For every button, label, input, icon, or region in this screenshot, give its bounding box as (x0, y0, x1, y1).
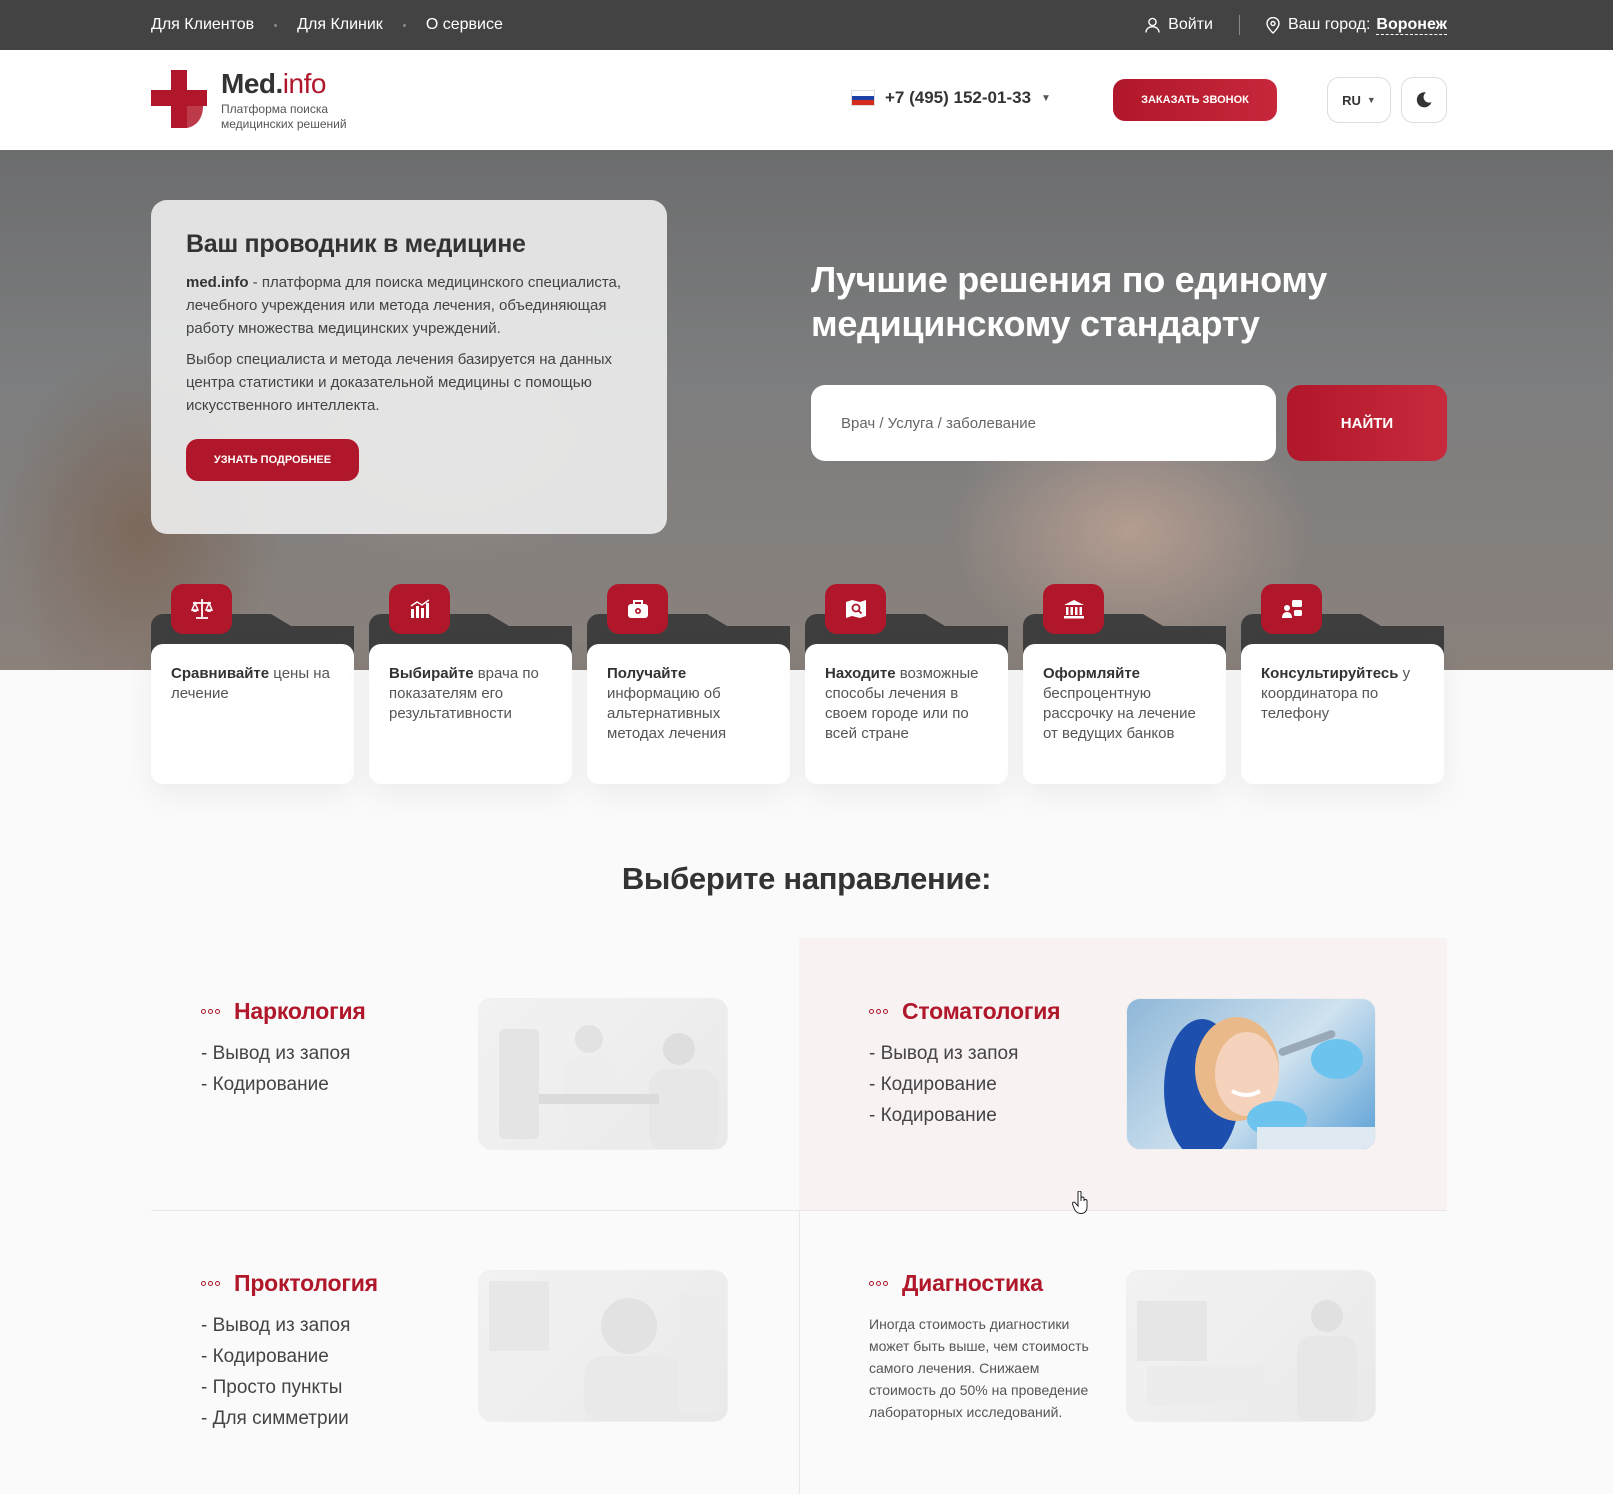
nav-link-clients[interactable]: Для Клиентов (151, 16, 254, 34)
logo-name: Med.info (221, 68, 326, 99)
logo-tagline: Платформа поиска медицинских решений (221, 102, 347, 131)
feature-card[interactable]: Консультируйтесь у координатора по телеф… (1241, 584, 1444, 784)
feature-card[interactable]: Оформляйте беспроцентную рассрочку на ле… (1023, 584, 1226, 784)
search-button[interactable]: НАЙТИ (1287, 385, 1447, 461)
hero-info-card: Ваш проводник в медицине med.info - плат… (151, 200, 667, 534)
order-call-button[interactable]: ЗАКАЗАТЬ ЗВОНОК (1113, 79, 1277, 121)
direction-title: Стоматология (902, 998, 1061, 1024)
feature-card[interactable]: Выбирайте врача по показателям его резул… (369, 584, 572, 784)
map-search-icon (825, 584, 886, 634)
direction-card-diagnostics[interactable]: Диагностика Иногда стоимость диагностики… (799, 1210, 1447, 1494)
direction-image (1126, 1270, 1376, 1422)
divider (1238, 15, 1240, 35)
language-selector[interactable]: RU ▼ (1327, 77, 1391, 123)
chevron-down-icon: ▼ (1366, 95, 1376, 105)
top-nav: Для Клиентов Для Клиник О сервисе (151, 0, 503, 50)
list-item[interactable]: - Просто пункты (201, 1372, 350, 1403)
hero-title: Лучшие решения по единому медицинскому с… (811, 259, 1327, 344)
header: Med.info Платформа поиска медицинских ре… (0, 50, 1613, 150)
bank-icon (1043, 584, 1104, 634)
list-item[interactable]: - Вывод из запоя (201, 1038, 350, 1069)
moon-icon (1416, 92, 1432, 108)
nav-link-clinics[interactable]: Для Клиник (297, 16, 383, 34)
top-bar: Для Клиентов Для Клиник О сервисе Войти … (0, 0, 1613, 50)
medkit-icon (607, 584, 668, 634)
list-item[interactable]: - Кодирование (201, 1069, 350, 1100)
section-title: Выберите направление: (621, 861, 992, 896)
phone-number: +7 (495) 152-01-33 (885, 88, 1032, 107)
hero-card-text-2: Выбор специалиста и метода лечения базир… (186, 351, 612, 414)
list-item[interactable]: - Для симметрии (201, 1403, 350, 1434)
list-item[interactable]: - Кодирование (869, 1100, 1018, 1131)
list-item[interactable]: - Кодирование (201, 1341, 350, 1372)
direction-title: Проктология (234, 1270, 378, 1296)
hero-card-title: Ваш проводник в медицине (186, 230, 526, 258)
theme-toggle-button[interactable] (1401, 77, 1447, 123)
direction-card-dentistry[interactable]: Стоматология - Вывод из запоя - Кодирова… (799, 938, 1447, 1210)
list-item[interactable]: - Кодирование (869, 1069, 1018, 1100)
russia-flag-icon (851, 90, 875, 106)
learn-more-button[interactable]: УЗНАТЬ ПОДРОБНЕЕ (186, 439, 359, 481)
dots-icon (201, 1009, 220, 1014)
features-row: Сравнивайте цены на лечение Выбирайте вр… (151, 584, 1447, 784)
phone-dropdown[interactable]: +7 (495) 152-01-33 ▼ (851, 88, 1051, 108)
chart-icon (389, 584, 450, 634)
direction-title: Диагностика (902, 1270, 1043, 1296)
login-link[interactable]: Войти (1145, 16, 1213, 34)
login-label: Войти (1168, 16, 1213, 33)
direction-list: - Вывод из запоя - Кодирование - Кодиров… (869, 1038, 1018, 1131)
direction-list: - Вывод из запоя - Кодирование (201, 1038, 350, 1100)
chevron-down-icon: ▼ (1041, 92, 1051, 104)
feature-card[interactable]: Получайте информацию об альтернативных м… (587, 584, 790, 784)
feature-card[interactable]: Находите возможные способы лечения в сво… (805, 584, 1008, 784)
direction-description: Иногда стоимость диагностики может быть … (869, 1316, 1089, 1420)
scales-icon (171, 584, 232, 634)
hand-cursor-icon (1071, 1190, 1090, 1220)
logo[interactable]: Med.info Платформа поиска медицинских ре… (151, 70, 381, 132)
user-icon (1145, 17, 1160, 33)
direction-image (478, 998, 728, 1150)
list-item[interactable]: - Вывод из запоя (869, 1038, 1018, 1069)
dots-icon (869, 1281, 888, 1286)
city-label: Ваш город: (1287, 16, 1371, 33)
dots-icon (201, 1281, 220, 1286)
search-input[interactable] (811, 385, 1276, 461)
nav-separator-dot (274, 23, 278, 27)
direction-title: Наркология (234, 998, 366, 1024)
location-pin-icon (1266, 16, 1280, 34)
nav-separator-dot (402, 23, 406, 27)
direction-image (1126, 998, 1376, 1150)
direction-card-proctology[interactable]: Проктология - Вывод из запоя - Кодирован… (151, 1210, 799, 1494)
city-selector[interactable]: Воронеж (1376, 16, 1447, 35)
language-label: RU (1342, 92, 1361, 108)
nav-link-about[interactable]: О сервисе (426, 16, 503, 34)
logo-cross-icon (151, 70, 207, 128)
directions-grid: Наркология - Вывод из запоя - Кодировани… (151, 938, 1447, 1494)
direction-card-narcology[interactable]: Наркология - Вывод из запоя - Кодировани… (151, 938, 799, 1210)
list-item[interactable]: - Вывод из запоя (201, 1310, 350, 1341)
direction-image (478, 1270, 728, 1422)
consult-icon (1261, 584, 1322, 634)
top-right: Войти Ваш город: Воронеж (1145, 0, 1447, 50)
feature-card[interactable]: Сравнивайте цены на лечение (151, 584, 354, 784)
hero-card-text: med.info - платформа для поиска медицинс… (186, 274, 622, 337)
direction-list: - Вывод из запоя - Кодирование - Просто … (201, 1310, 350, 1434)
dots-icon (869, 1009, 888, 1014)
